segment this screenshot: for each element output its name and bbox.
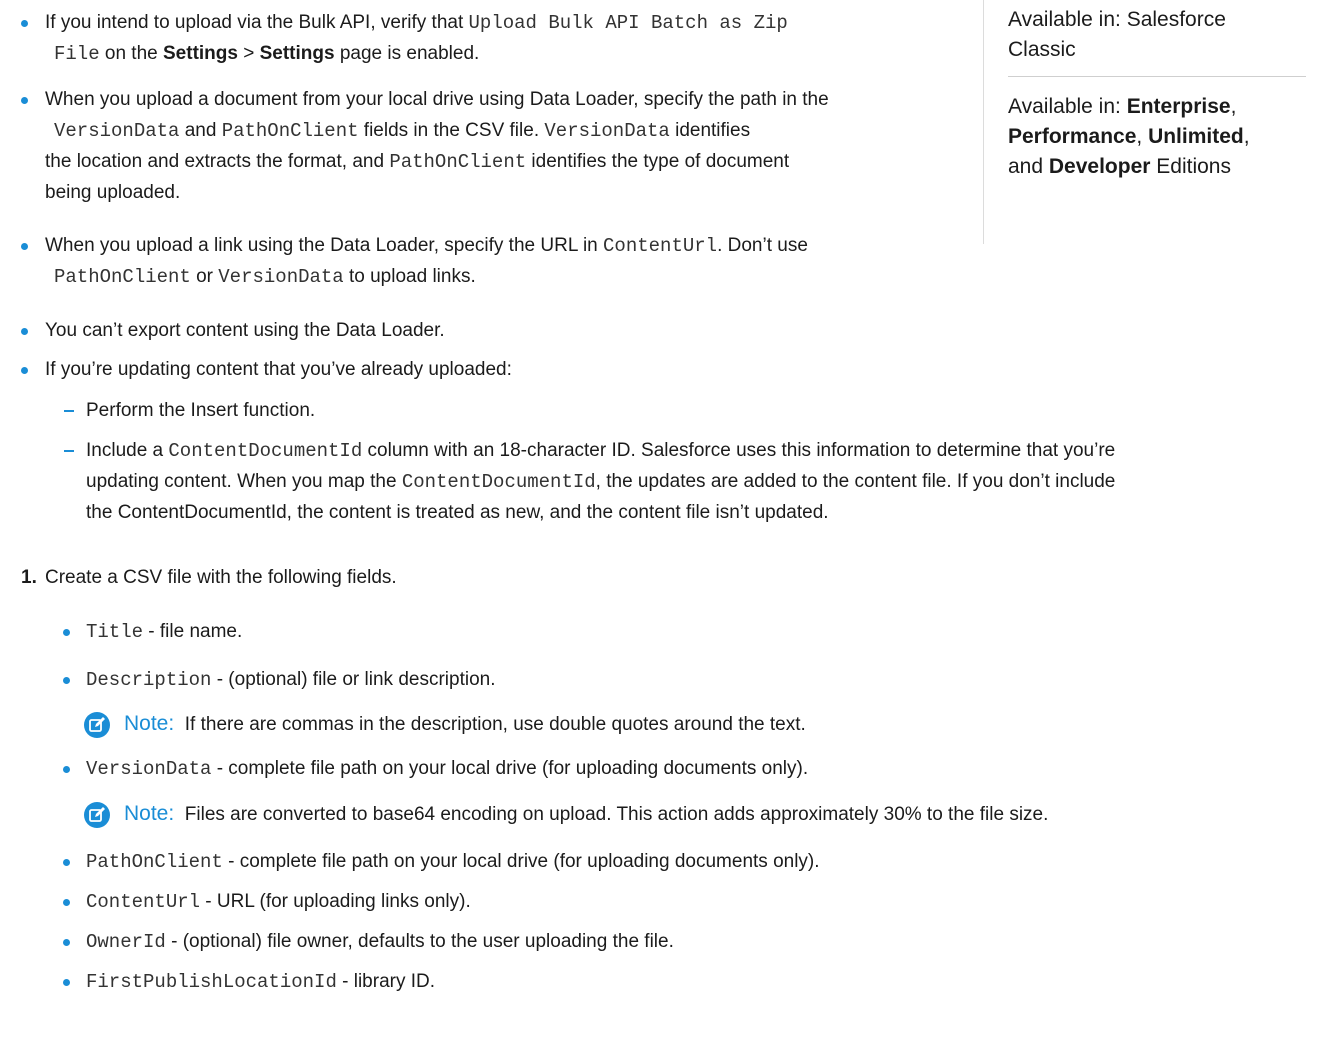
bullet-bulk-api-line2: File on the Settings > Settings page is … bbox=[54, 43, 480, 65]
field-description: Description - (optional) file or link de… bbox=[86, 669, 496, 691]
bullet-upload-link-line2: PathOnClient or VersionData to upload li… bbox=[54, 266, 476, 288]
bullet-upload-link-line1: When you upload a link using the Data Lo… bbox=[45, 235, 808, 257]
note-commas: Note: If there are commas in the descrip… bbox=[124, 712, 806, 735]
bullet-marker bbox=[21, 97, 28, 104]
field-ownerid: OwnerId - (optional) file owner, default… bbox=[86, 931, 674, 953]
dash-marker bbox=[64, 450, 74, 452]
field-pathonclient: PathOnClient - complete file path on you… bbox=[86, 851, 820, 873]
availability-editions: Available in: Enterprise, Performance, U… bbox=[1008, 95, 1250, 178]
bullet-upload-doc-line3: the location and extracts the format, an… bbox=[45, 151, 790, 173]
bullet-marker bbox=[63, 899, 70, 906]
note-base64: Note: Files are converted to base64 enco… bbox=[124, 802, 1049, 825]
edit-note-icon bbox=[84, 712, 110, 738]
bullet-upload-doc-line4: being uploaded. bbox=[45, 182, 181, 203]
bullet-marker bbox=[21, 243, 28, 250]
field-firstpublishlocationid: FirstPublishLocationId - library ID. bbox=[86, 971, 436, 993]
bullet-upload-doc-line1: When you upload a document from your loc… bbox=[45, 89, 829, 110]
sidebar-divider bbox=[1008, 76, 1306, 77]
bullet-no-export: You can’t export content using the Data … bbox=[45, 320, 445, 341]
sub-include-id-line1: Include a ContentDocumentId column with … bbox=[86, 440, 1116, 462]
field-versiondata: VersionData - complete file path on your… bbox=[86, 758, 809, 780]
bullet-marker bbox=[63, 766, 70, 773]
sub-include-id-line3: the ContentDocumentId, the content is tr… bbox=[86, 502, 829, 523]
step-number: 1. bbox=[21, 567, 37, 588]
dash-marker bbox=[64, 410, 74, 412]
step-create-csv: Create a CSV file with the following fie… bbox=[45, 567, 397, 588]
bullet-marker bbox=[21, 20, 28, 27]
bullet-marker bbox=[63, 629, 70, 636]
editions-sidebar: Available in: Salesforce Classic Availab… bbox=[983, 0, 1306, 244]
bullet-marker bbox=[63, 939, 70, 946]
edit-note-icon bbox=[84, 802, 110, 828]
bullet-marker bbox=[21, 367, 28, 374]
bullet-marker bbox=[63, 979, 70, 986]
availability-classic: Available in: Salesforce Classic bbox=[1008, 8, 1226, 61]
bullet-bulk-api-line1: If you intend to upload via the Bulk API… bbox=[45, 12, 788, 34]
sub-include-id-line2: updating content. When you map the Conte… bbox=[86, 471, 1116, 493]
bullet-upload-doc-line2: VersionData and PathOnClient fields in t… bbox=[54, 120, 751, 142]
field-title: Title - file name. bbox=[86, 621, 243, 643]
bullet-updating-content: If you’re updating content that you’ve a… bbox=[45, 359, 512, 380]
bullet-marker bbox=[63, 677, 70, 684]
bullet-marker bbox=[63, 859, 70, 866]
field-contenturl: ContentUrl - URL (for uploading links on… bbox=[86, 891, 471, 913]
bullet-marker bbox=[21, 328, 28, 335]
sub-perform-insert: Perform the Insert function. bbox=[86, 400, 316, 421]
